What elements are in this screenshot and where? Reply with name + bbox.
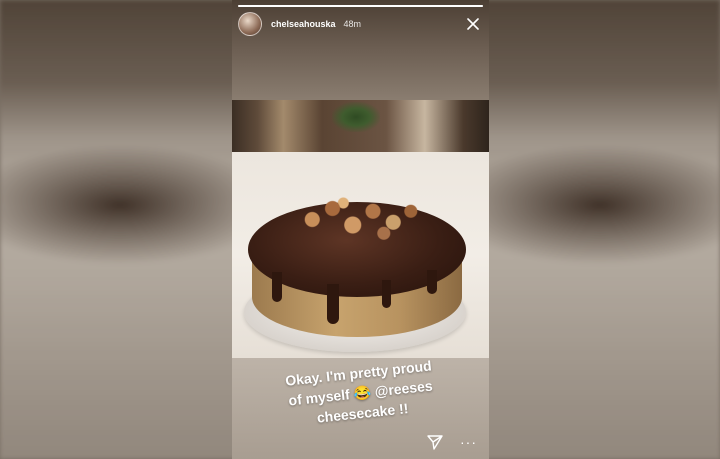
post-time: 48m [343, 19, 362, 29]
chocolate-drip [327, 284, 339, 324]
left-backdrop-panel [0, 0, 232, 459]
username[interactable]: chelseahouska [271, 19, 336, 29]
chocolate-drip [427, 270, 437, 294]
peanut-butter-cup-toppings [292, 192, 427, 247]
right-backdrop-panel [489, 0, 720, 459]
more-options-button[interactable]: ··· [460, 435, 477, 449]
avatar[interactable] [238, 12, 262, 36]
send-icon[interactable] [426, 433, 444, 451]
story-viewer[interactable]: chelseahouska 48m Okay. I'm pretty proud… [232, 0, 489, 459]
story-progress-fill [238, 5, 483, 7]
photo-plant [332, 102, 380, 132]
story-footer: ··· [426, 433, 477, 451]
story-progress-bar [238, 5, 483, 7]
chocolate-drip [272, 272, 282, 302]
chocolate-drip [382, 280, 391, 308]
story-photo [232, 100, 489, 358]
photo-background-wall [232, 100, 489, 152]
close-icon [467, 18, 479, 30]
story-header: chelseahouska 48m [238, 11, 483, 37]
close-button[interactable] [463, 14, 483, 34]
photo-countertop [232, 152, 489, 358]
